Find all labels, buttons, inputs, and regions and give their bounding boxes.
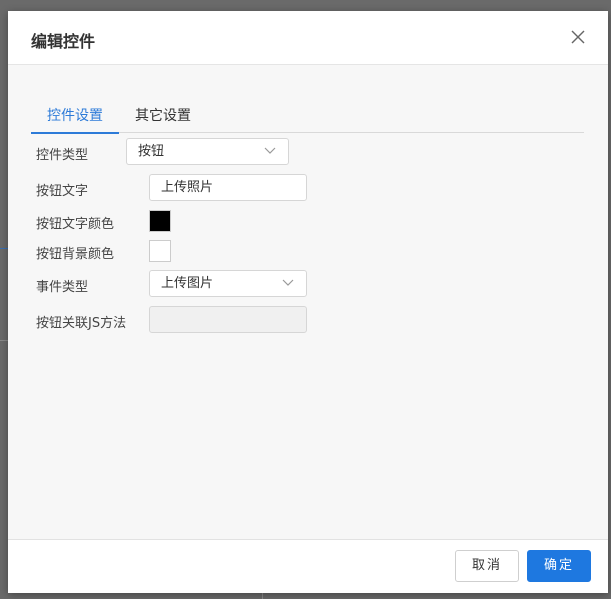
button-text-input[interactable]: 上传照片 [149,174,307,201]
chevron-down-icon [264,147,276,154]
text-color-swatch[interactable] [149,210,171,232]
close-icon [571,30,585,44]
cancel-button[interactable]: 取消 [455,550,519,582]
backdrop-divider [0,248,8,249]
event-type-select[interactable]: 上传图片 [149,270,307,297]
bg-color-label: 按钮背景颜色 [36,247,115,262]
js-method-label: 按钮关联JS方法 [36,316,127,331]
js-method-input [149,306,307,333]
tab-other-settings[interactable]: 其它设置 [135,105,191,132]
event-type-label: 事件类型 [36,280,89,295]
control-type-label: 控件类型 [36,148,89,163]
dialog-title: 编辑控件 [31,32,96,51]
chevron-down-icon [282,279,294,286]
edit-control-dialog: 编辑控件 控件设置 其它设置 控件类型 按钮 按钮文字 上传照片 按钮文字颜色 … [8,11,608,593]
bg-color-swatch[interactable] [149,240,171,262]
close-button[interactable] [566,25,590,49]
dialog-header: 编辑控件 [8,11,608,65]
backdrop-divider [0,340,8,341]
confirm-button[interactable]: 确定 [527,550,591,582]
control-type-select[interactable]: 按钮 [126,138,289,165]
button-text-value: 上传照片 [161,180,214,195]
button-text-label: 按钮文字 [36,184,89,199]
tab-bar: 控件设置 其它设置 [31,97,584,134]
text-color-label: 按钮文字颜色 [36,217,115,232]
event-type-value: 上传图片 [161,276,214,291]
control-type-value: 按钮 [138,144,165,159]
dialog-footer: 取消 确定 [8,539,608,593]
tab-control-settings[interactable]: 控件设置 [31,105,119,134]
